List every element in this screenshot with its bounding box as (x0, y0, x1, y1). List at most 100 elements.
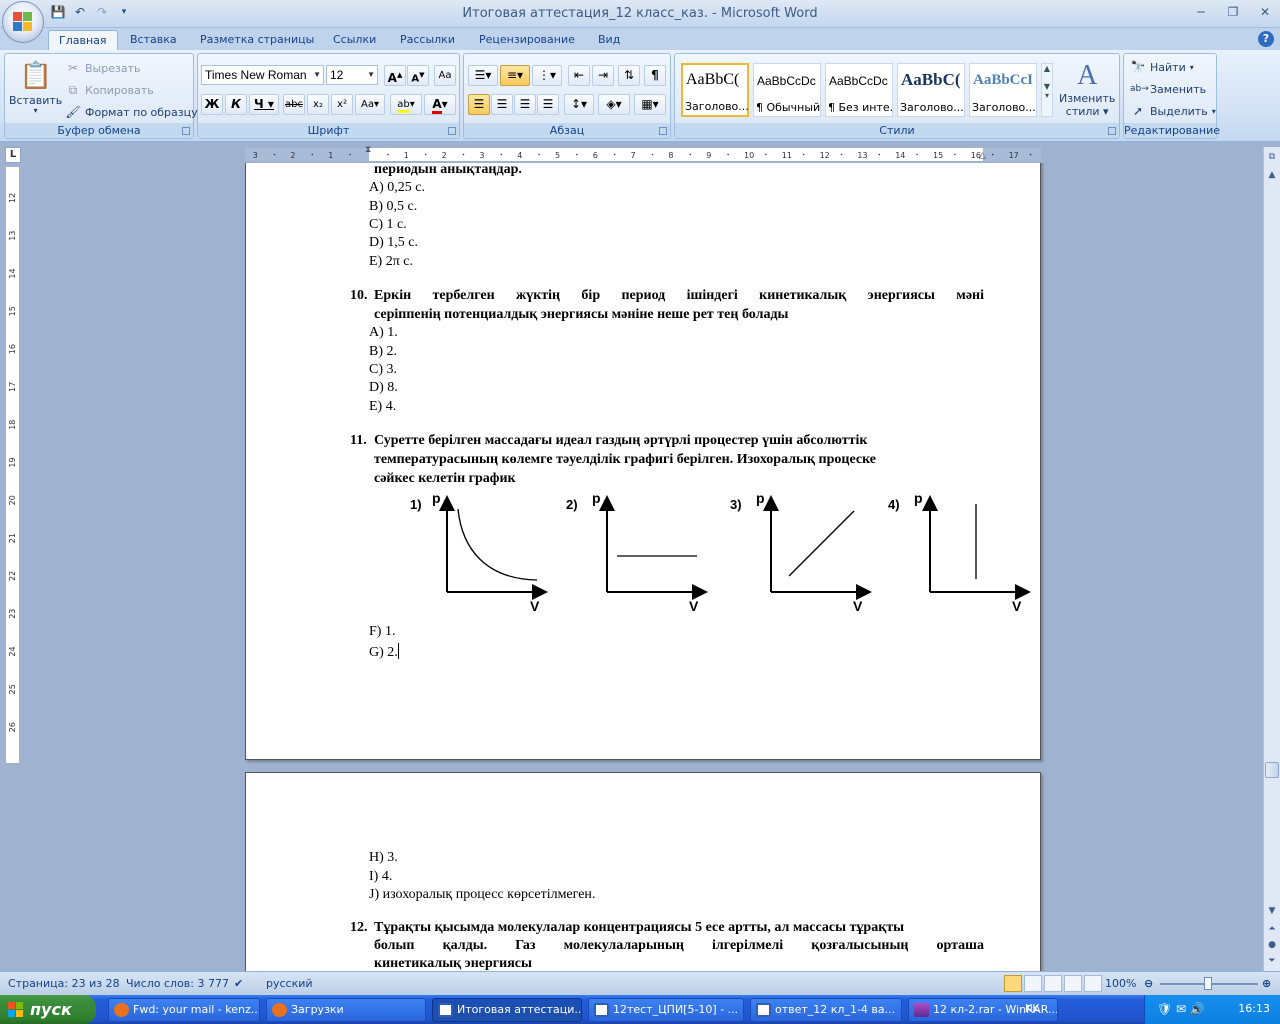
horizontal-ruler[interactable]: 3 2 1 1 2 3 4 5 6 7 8 9 10 11 12 13 14 15 16 17 ⧗ △ (244, 145, 1042, 162)
zoom-out-icon[interactable]: ⊖ (1144, 977, 1153, 990)
taskbar-item-word-active[interactable]: Итоговая аттестаци... (432, 998, 582, 1022)
grow-font-icon[interactable]: A▲ (384, 65, 406, 86)
find-button[interactable]: 🔭 Найти ▾ (1130, 59, 1194, 75)
svg-text:13: 13 (857, 151, 867, 160)
show-marks-icon[interactable]: ¶ (644, 65, 666, 86)
language-indicator[interactable]: русский (266, 977, 313, 990)
start-button[interactable]: пуск (0, 995, 96, 1024)
justify-icon[interactable]: ☰ (537, 94, 559, 115)
vertical-ruler[interactable]: 12 13 14 15 16 17 18 19 20 21 22 23 24 25 26 (5, 166, 20, 764)
increase-indent-icon[interactable]: ⇥ (592, 65, 614, 86)
style-heading-2[interactable]: AaBbCcI Заголово... (969, 63, 1037, 117)
dialog-launcher-icon[interactable] (1108, 127, 1116, 135)
style-no-spacing[interactable]: AaBbCcDc ¶ Без инте... (825, 63, 893, 117)
superscript-icon[interactable]: x² (331, 94, 353, 115)
copy-button[interactable]: ⧉ Копировать (65, 82, 154, 98)
bold-icon[interactable]: Ж (201, 94, 223, 115)
align-left-icon[interactable]: ☰ (468, 94, 490, 115)
decrease-indent-icon[interactable]: ⇤ (568, 65, 590, 86)
full-screen-view-icon[interactable] (1024, 975, 1042, 992)
scroll-down-icon[interactable]: ▼ (1265, 903, 1279, 919)
ruler-toggle-icon[interactable]: ⧉ (1265, 149, 1279, 165)
svg-text:11: 11 (782, 151, 792, 160)
subscript-icon[interactable]: x₂ (307, 94, 329, 115)
change-styles-button[interactable]: A Изменить стили ▾ (1059, 60, 1115, 118)
outline-view-icon[interactable] (1064, 975, 1082, 992)
styles-scroll[interactable]: ▲ ▼ ▾ (1041, 63, 1053, 117)
zoom-in-icon[interactable]: ⊕ (1262, 977, 1271, 990)
scroll-up-icon[interactable]: ▲ (1265, 167, 1279, 183)
close-icon[interactable]: ✕ (1256, 4, 1274, 20)
tab-review[interactable]: Рецензирование (469, 30, 585, 50)
tray-icons[interactable]: 🛡 ✉ 🔊 (1157, 1002, 1205, 1016)
next-page-icon[interactable]: ⏷ (1265, 953, 1279, 969)
style-heading1[interactable]: AaBbC( Заголово... (681, 63, 749, 117)
right-indent-marker-icon[interactable]: △ (979, 151, 986, 161)
shading-icon[interactable]: ◈▾ (598, 94, 630, 115)
tab-home[interactable]: Главная (48, 30, 118, 50)
highlight-icon[interactable]: ab▾ (390, 94, 422, 115)
prev-page-icon[interactable]: ⏶ (1265, 921, 1279, 937)
firefox-icon (114, 1003, 129, 1017)
tab-selector-icon[interactable]: L (5, 147, 21, 163)
office-button[interactable] (2, 1, 44, 43)
numbering-icon[interactable]: ≡▾ (500, 65, 530, 86)
svg-text:21: 21 (8, 533, 17, 543)
font-size-combo[interactable]: 12 ▼ (326, 65, 378, 85)
sort-icon[interactable]: ⇅ (618, 65, 640, 86)
paste-button[interactable]: 📋 Вставить ▾ (9, 60, 62, 115)
clear-formatting-icon[interactable]: Aa (434, 65, 456, 86)
spellcheck-icon[interactable]: ✔ (234, 977, 243, 990)
line-spacing-icon[interactable]: ↕▾ (564, 94, 594, 115)
underline-icon[interactable]: Ч ▾ (249, 94, 279, 115)
italic-icon[interactable]: К (225, 94, 247, 115)
zoom-level[interactable]: 100% (1105, 977, 1136, 990)
font-name-combo[interactable]: Times New Roman ▼ (201, 65, 324, 85)
print-layout-view-icon[interactable] (1004, 975, 1022, 992)
replace-button[interactable]: ab→ Заменить (1130, 81, 1206, 97)
tab-view[interactable]: Вид (588, 30, 630, 50)
browse-object-icon[interactable]: ● (1265, 937, 1279, 953)
bullets-icon[interactable]: ☰▾ (468, 65, 498, 86)
tab-references[interactable]: Ссылки (323, 30, 386, 50)
select-button[interactable]: ➚ Выделить ▾ (1130, 103, 1216, 119)
maximize-icon[interactable]: ❐ (1224, 4, 1242, 20)
indent-marker-icon[interactable]: ⧗ (365, 145, 371, 155)
tab-insert[interactable]: Вставка (120, 30, 187, 50)
style-normal[interactable]: AaBbCcDc ¶ Обычный (753, 63, 821, 117)
clock[interactable]: 16:13 (1238, 1002, 1270, 1015)
align-center-icon[interactable]: ☰ (491, 94, 513, 115)
page-counter[interactable]: Страница: 23 из 28 (8, 977, 120, 990)
page-2[interactable]: H) 3. I) 4. J) изохоралық процесс көрсет… (245, 772, 1041, 971)
taskbar-item-word-3[interactable]: ответ_12 кл_1-4 ва... (750, 998, 902, 1022)
keyboard-language[interactable]: KK (1025, 1002, 1039, 1015)
align-right-icon[interactable]: ☰ (514, 94, 536, 115)
zoom-slider-thumb[interactable] (1204, 977, 1212, 990)
font-color-icon[interactable]: A▾ (424, 94, 456, 115)
web-layout-view-icon[interactable] (1044, 975, 1062, 992)
dialog-launcher-icon[interactable] (448, 127, 456, 135)
cut-button[interactable]: ✂ Вырезать (65, 60, 141, 76)
scroll-thumb[interactable] (1265, 762, 1279, 778)
style-heading-1[interactable]: AaBbC( Заголово... (897, 63, 965, 117)
page-1[interactable]: периодын анықтаңдар. A) 0,25 с. B) 0,5 с… (245, 163, 1041, 760)
help-icon[interactable]: ? (1258, 31, 1274, 47)
taskbar-item-mail[interactable]: Fwd: your mail - kenz... (108, 998, 260, 1022)
multilevel-list-icon[interactable]: ⋮▾ (532, 65, 562, 86)
tab-page-layout[interactable]: Разметка страницы (190, 30, 324, 50)
word-count[interactable]: Число слов: 3 777 (126, 977, 229, 990)
dialog-launcher-icon[interactable] (659, 127, 667, 135)
tab-mailings[interactable]: Рассылки (390, 30, 465, 50)
draft-view-icon[interactable] (1084, 975, 1102, 992)
taskbar-item-word-2[interactable]: 12тест_ЦПИ[5-10] - ... (588, 998, 744, 1022)
vertical-scrollbar[interactable]: ⧉ ▲ ▼ ⏶ ● ⏷ (1263, 147, 1280, 971)
borders-icon[interactable]: ▦▾ (634, 94, 666, 115)
strikethrough-icon[interactable]: abc (283, 94, 305, 115)
minimize-icon[interactable]: ─ (1192, 4, 1210, 20)
dialog-launcher-icon[interactable] (182, 127, 190, 135)
change-case-icon[interactable]: Aa▾ (355, 94, 385, 115)
document-area[interactable]: периодын анықтаңдар. A) 0,25 с. B) 0,5 с… (24, 163, 1262, 971)
taskbar-item-downloads[interactable]: Загрузки (266, 998, 426, 1022)
shrink-font-icon[interactable]: A▼ (407, 65, 429, 86)
format-painter-button[interactable]: 🖌 Формат по образцу (65, 104, 197, 120)
